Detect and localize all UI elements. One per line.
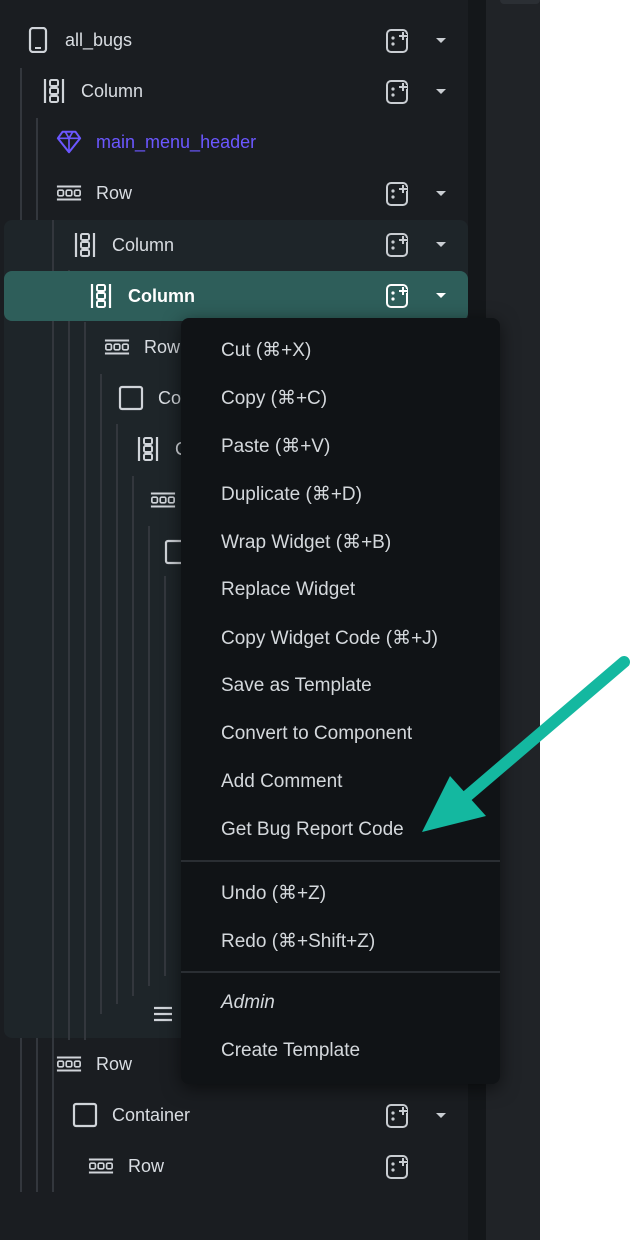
chevron-down-icon[interactable]: [434, 1109, 448, 1123]
menu-item-duplicate[interactable]: Duplicate (⌘+D): [221, 474, 362, 514]
list-icon: [150, 1001, 176, 1027]
menu-item-convert-to-component[interactable]: Convert to Component: [221, 714, 412, 754]
indent-guide: [148, 526, 150, 986]
canvas-tab: [500, 0, 540, 4]
container-icon: [118, 385, 144, 411]
add-child-button[interactable]: [384, 78, 412, 106]
row-icon: [150, 487, 176, 513]
context-menu: Cut (⌘+X) Copy (⌘+C) Paste (⌘+V) Duplica…: [181, 318, 500, 1084]
menu-divider: [181, 860, 500, 862]
menu-item-wrap-widget[interactable]: Wrap Widget (⌘+B): [221, 522, 391, 562]
menu-item-create-template[interactable]: Create Template: [221, 1031, 360, 1071]
tree-item-column[interactable]: Column: [41, 66, 143, 116]
menu-item-redo[interactable]: Redo (⌘+Shift+Z): [221, 921, 375, 961]
menu-item-get-bug-report-code[interactable]: Get Bug Report Code: [221, 810, 404, 850]
menu-section-admin: Admin: [221, 992, 275, 1013]
indent-guide: [52, 220, 54, 1192]
chevron-down-icon[interactable]: [434, 187, 448, 201]
column-icon: [72, 232, 98, 258]
tree-item-row[interactable]: Row: [56, 1039, 132, 1089]
add-child-button[interactable]: [384, 282, 412, 310]
row-icon: [88, 1153, 114, 1179]
indent-guide: [100, 374, 102, 1014]
menu-item-copy-widget-code[interactable]: Copy Widget Code (⌘+J): [221, 618, 438, 658]
add-child-button[interactable]: [384, 27, 412, 55]
container-icon: [72, 1102, 98, 1128]
add-child-button[interactable]: [384, 1153, 412, 1181]
chevron-down-icon[interactable]: [434, 238, 448, 252]
tree-item-row[interactable]: Row: [56, 168, 132, 218]
add-child-button[interactable]: [384, 231, 412, 259]
indent-guide: [116, 424, 118, 1004]
column-icon: [135, 436, 161, 462]
indent-guide: [132, 476, 134, 996]
indent-guide: [164, 576, 166, 976]
tree-item-container[interactable]: Co: [118, 373, 181, 423]
tree-item-label: Container: [112, 1104, 191, 1125]
column-icon: [88, 283, 114, 309]
tree-item-row[interactable]: Row: [104, 322, 180, 372]
tree-item-label: Co: [158, 387, 182, 408]
tree-item-label: all_bugs: [65, 29, 133, 50]
tree-item-label: Row: [128, 1155, 165, 1176]
tree-item-column[interactable]: Column: [72, 220, 174, 270]
tree-item-label: Row: [96, 1053, 133, 1074]
menu-item-undo[interactable]: Undo (⌘+Z): [221, 873, 326, 913]
row-icon: [104, 334, 130, 360]
menu-item-paste[interactable]: Paste (⌘+V): [221, 426, 330, 466]
indent-guide: [68, 270, 70, 1040]
menu-divider: [181, 971, 500, 973]
tree-item-all-bugs[interactable]: all_bugs: [25, 15, 132, 65]
chevron-down-icon[interactable]: [434, 85, 448, 99]
diamond-icon: [56, 129, 82, 155]
menu-item-save-as-template[interactable]: Save as Template: [221, 666, 372, 706]
chevron-down-icon[interactable]: [434, 34, 448, 48]
menu-item-cut[interactable]: Cut (⌘+X): [221, 330, 311, 370]
tree-item-label: Row: [96, 182, 133, 203]
tree-item-label: Column: [81, 80, 144, 101]
tree-item-column-selected[interactable]: Column: [88, 271, 195, 321]
tree-item-label: Column: [112, 234, 175, 255]
chevron-down-icon[interactable]: [434, 289, 448, 303]
row-icon: [56, 180, 82, 206]
menu-item-add-comment[interactable]: Add Comment: [221, 762, 342, 802]
tree-item-main-menu-header[interactable]: main_menu_header: [56, 117, 256, 167]
column-icon: [41, 78, 67, 104]
tree-item-container[interactable]: Container: [72, 1090, 190, 1140]
indent-guide: [84, 322, 86, 1040]
menu-item-replace-widget[interactable]: Replace Widget: [221, 570, 355, 610]
tree-item-label: Row: [144, 336, 181, 357]
menu-item-copy[interactable]: Copy (⌘+C): [221, 378, 327, 418]
row-icon: [56, 1051, 82, 1077]
tree-item-row[interactable]: Row: [88, 1141, 164, 1191]
add-child-button[interactable]: [384, 180, 412, 208]
add-child-button[interactable]: [384, 1102, 412, 1130]
tree-item-label: Column: [128, 285, 195, 306]
phone-icon: [25, 27, 51, 53]
tree-item-label: main_menu_header: [96, 131, 257, 152]
